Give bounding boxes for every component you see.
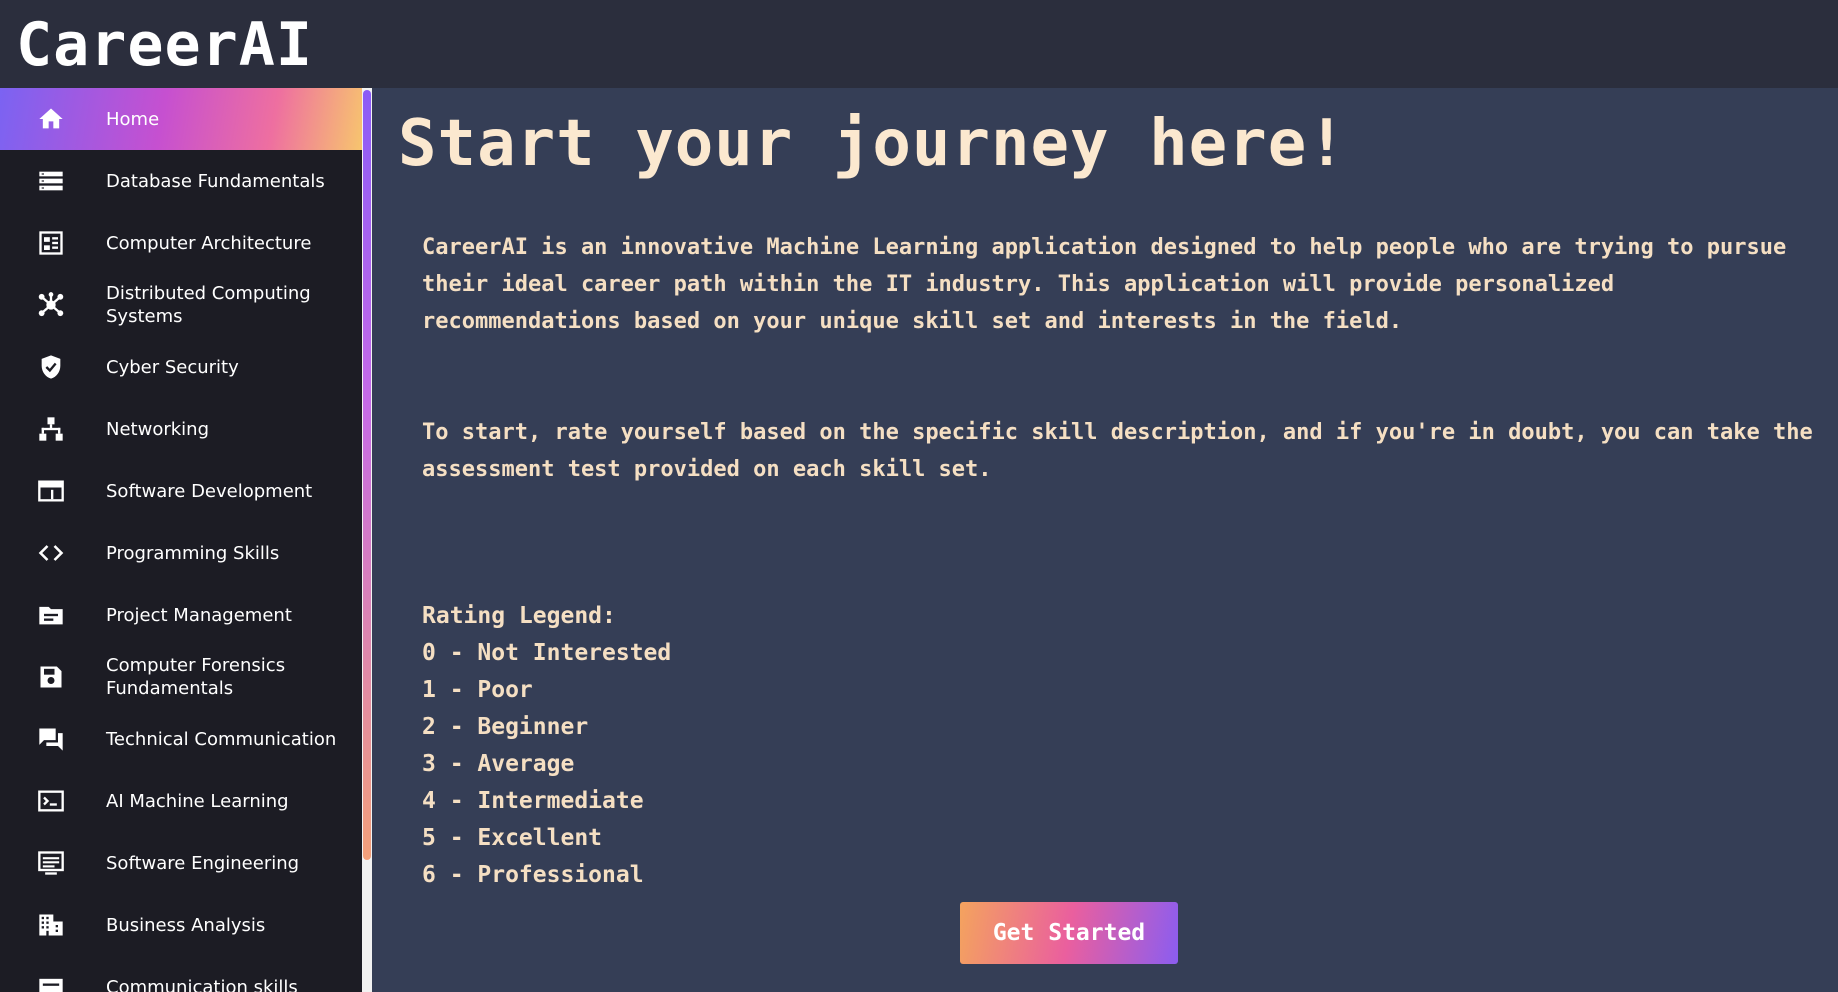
sidebar-item-computer-forensics[interactable]: Computer Forensics Fundamentals bbox=[0, 646, 362, 708]
sidebar-item-label: Software Engineering bbox=[106, 852, 300, 874]
sidebar-item-communication-skills[interactable]: Communication skills bbox=[0, 956, 362, 992]
rating-legend-item: 6 - Professional bbox=[422, 862, 644, 888]
text-window-icon bbox=[36, 848, 66, 878]
terminal-icon bbox=[36, 786, 66, 816]
sidebar-item-label: Software Development bbox=[106, 480, 313, 502]
sidebar-item-label: Communication skills bbox=[106, 976, 298, 992]
home-icon bbox=[36, 104, 66, 134]
rating-legend-title: Rating Legend: bbox=[422, 603, 616, 629]
sidebar-item-computer-architecture[interactable]: Computer Architecture bbox=[0, 212, 362, 274]
sidebar-item-software-engineering[interactable]: Software Engineering bbox=[0, 832, 362, 894]
sidebar-item-ai-machine-learning[interactable]: AI Machine Learning bbox=[0, 770, 362, 832]
network-tree-icon bbox=[36, 414, 66, 444]
window-app-icon bbox=[36, 476, 66, 506]
rating-legend-item: 4 - Intermediate bbox=[422, 788, 644, 814]
save-disk-icon bbox=[36, 662, 66, 692]
chip-board-icon bbox=[36, 228, 66, 258]
sidebar-item-project-management[interactable]: Project Management bbox=[0, 584, 362, 646]
sidebar-nav: Home Database Fundamentals Computer Arch… bbox=[0, 88, 362, 992]
sidebar-item-label: Cyber Security bbox=[106, 356, 239, 378]
top-bar: CareerAI bbox=[0, 0, 1838, 88]
sidebar-item-label: Distributed Computing Systems bbox=[106, 283, 311, 327]
sidebar-item-label: Networking bbox=[106, 418, 209, 440]
sidebar-item-label: AI Machine Learning bbox=[106, 790, 289, 812]
sidebar-item-software-development[interactable]: Software Development bbox=[0, 460, 362, 522]
sidebar-item-cyber-security[interactable]: Cyber Security bbox=[0, 336, 362, 398]
rating-legend-item: 3 - Average bbox=[422, 751, 575, 777]
database-list-icon bbox=[36, 166, 66, 196]
sidebar-item-label: Database Fundamentals bbox=[106, 170, 325, 192]
sidebar-item-technical-communication[interactable]: Technical Communication bbox=[0, 708, 362, 770]
card-icon bbox=[36, 972, 66, 992]
sidebar-item-label: Computer Forensics Fundamentals bbox=[106, 655, 286, 699]
instruction-paragraph: To start, rate yourself based on the spe… bbox=[422, 420, 1813, 482]
sidebar-item-label: Programming Skills bbox=[106, 542, 280, 564]
sidebar-item-label: Computer Architecture bbox=[106, 232, 312, 254]
shield-check-icon bbox=[36, 352, 66, 382]
sidebar-scrollbar-thumb[interactable] bbox=[363, 90, 371, 860]
sidebar-item-label: Business Analysis bbox=[106, 914, 266, 936]
hub-network-icon bbox=[36, 290, 66, 320]
sidebar-item-networking[interactable]: Networking bbox=[0, 398, 362, 460]
rating-legend-item: 5 - Excellent bbox=[422, 825, 603, 851]
code-brackets-icon bbox=[36, 538, 66, 568]
building-icon bbox=[36, 910, 66, 940]
get-started-button[interactable]: Get Started bbox=[960, 902, 1178, 964]
rating-legend-item: 2 - Beginner bbox=[422, 714, 589, 740]
sidebar-item-database-fundamentals[interactable]: Database Fundamentals bbox=[0, 150, 362, 212]
sidebar-item-programming-skills[interactable]: Programming Skills bbox=[0, 522, 362, 584]
sidebar-item-business-analysis[interactable]: Business Analysis bbox=[0, 894, 362, 956]
chat-bubbles-icon bbox=[36, 724, 66, 754]
rating-legend: Rating Legend: 0 - Not Interested 1 - Po… bbox=[422, 598, 671, 894]
intro-paragraph: CareerAI is an innovative Machine Learni… bbox=[422, 235, 1787, 334]
app-logo[interactable]: CareerAI bbox=[16, 10, 313, 80]
sidebar-item-distributed-computing[interactable]: Distributed Computing Systems bbox=[0, 274, 362, 336]
page-title: Start your journey here! bbox=[398, 107, 1347, 181]
sidebar-item-label: Project Management bbox=[106, 604, 292, 626]
rating-legend-item: 1 - Poor bbox=[422, 677, 533, 703]
sidebar-item-label: Technical Communication bbox=[106, 728, 337, 750]
folder-icon bbox=[36, 600, 66, 630]
rating-legend-item: 0 - Not Interested bbox=[422, 640, 672, 666]
sidebar-item-label: Home bbox=[106, 108, 160, 130]
main-content: Start your journey here! CareerAI is an … bbox=[372, 88, 1838, 992]
sidebar-item-home[interactable]: Home bbox=[0, 88, 362, 150]
